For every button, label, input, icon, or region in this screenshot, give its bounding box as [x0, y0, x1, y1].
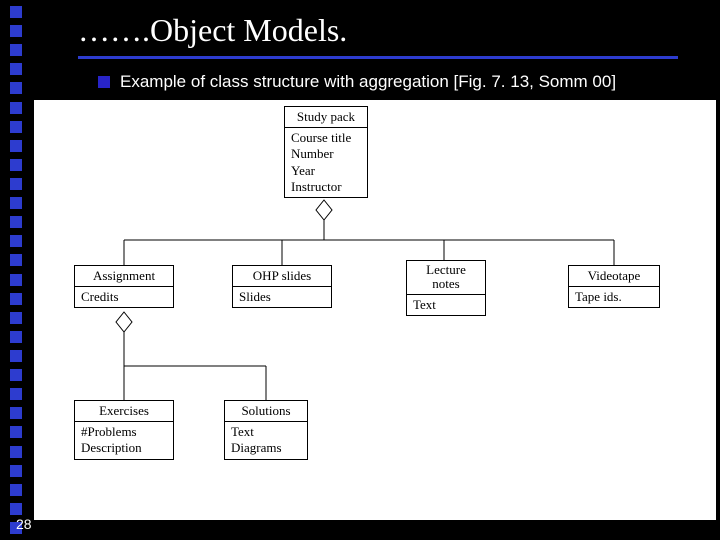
class-attributes: #ProblemsDescription — [75, 422, 173, 459]
title-underline — [78, 56, 678, 59]
class-lecture-notes: Lecturenotes Text — [406, 260, 486, 316]
class-videotape: Videotape Tape ids. — [568, 265, 660, 308]
class-name: Study pack — [285, 107, 367, 128]
class-name: Solutions — [225, 401, 307, 422]
decorative-rail — [0, 0, 34, 540]
class-attributes: Slides — [233, 287, 331, 307]
class-name: Videotape — [569, 266, 659, 287]
class-attributes: Text — [407, 295, 485, 315]
class-assignment: Assignment Credits — [74, 265, 174, 308]
class-solutions: Solutions TextDiagrams — [224, 400, 308, 460]
class-name: Lecturenotes — [407, 261, 485, 295]
class-attributes: TextDiagrams — [225, 422, 307, 459]
class-attributes: Course titleNumberYearInstructor — [285, 128, 367, 197]
class-name: OHP slides — [233, 266, 331, 287]
class-name: Exercises — [75, 401, 173, 422]
page-number: 28 — [16, 516, 32, 532]
slide-title: …….Object Models. — [78, 12, 347, 49]
class-name: Assignment — [75, 266, 173, 287]
class-exercises: Exercises #ProblemsDescription — [74, 400, 174, 460]
class-attributes: Tape ids. — [569, 287, 659, 307]
class-study-pack: Study pack Course titleNumberYearInstruc… — [284, 106, 368, 198]
bullet-icon — [98, 76, 110, 88]
class-attributes: Credits — [75, 287, 173, 307]
class-diagram: Study pack Course titleNumberYearInstruc… — [34, 100, 716, 520]
slide-subtitle: Example of class structure with aggregat… — [120, 72, 616, 92]
class-ohp-slides: OHP slides Slides — [232, 265, 332, 308]
